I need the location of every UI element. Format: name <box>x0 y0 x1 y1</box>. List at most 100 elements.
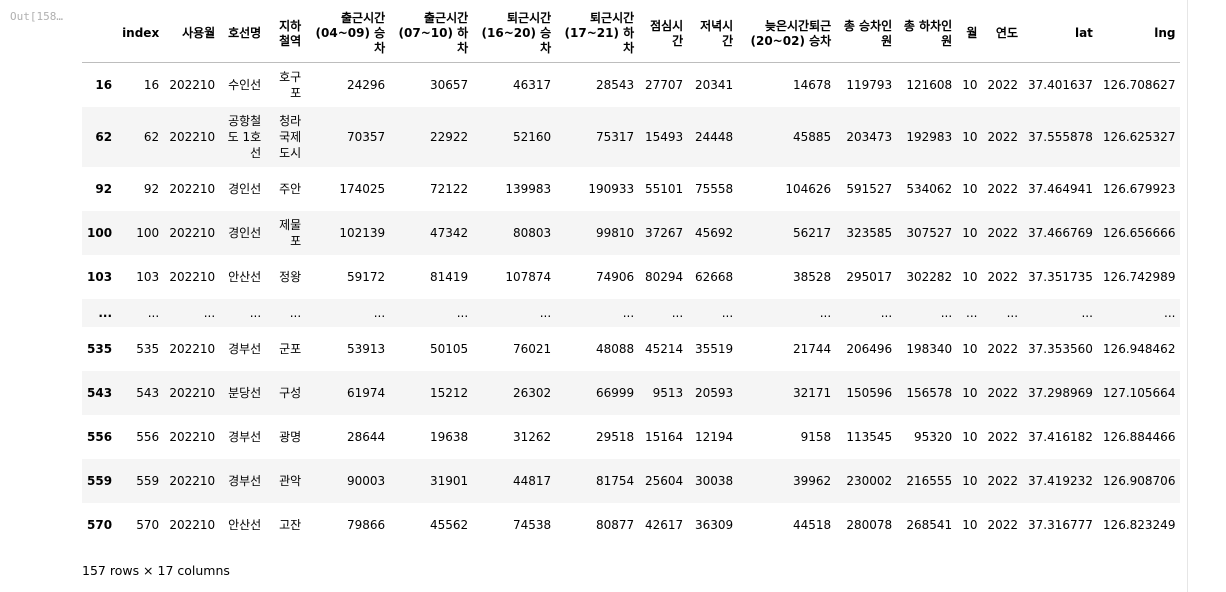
header-row: index 사용월 호선명 지하철역 출근시간(04~09) 승차 출근시간(0… <box>82 5 1181 63</box>
table-cell: 126.742989 <box>1102 269 1176 284</box>
table-cell: 50105 <box>430 341 469 356</box>
table-cell: 62668 <box>695 269 734 284</box>
table-cell: 26302 <box>513 385 552 400</box>
table-cell: 38528 <box>793 269 832 284</box>
table-cell: 45885 <box>793 129 832 144</box>
table-cell: 202210 <box>169 429 216 444</box>
table-cell: 광명 <box>279 429 302 444</box>
table-cell: 45562 <box>430 517 469 532</box>
table-cell: 28543 <box>596 77 635 92</box>
table-cell: 37.466769 <box>1028 225 1093 240</box>
table-cell: ... <box>721 305 734 320</box>
table-cell: 126.823249 <box>1102 517 1176 532</box>
table-cell: ... <box>373 305 386 320</box>
table-body: 16 16 202210 수인선 호구포 24296 30657 46317 28543 2770… <box>82 62 1181 547</box>
table-cell: 543 <box>136 385 160 400</box>
table-cell: 307527 <box>906 225 953 240</box>
table-cell: 70357 <box>347 129 386 144</box>
table-row: 556 556 202210 경부선 광명 28644 19638 31262 29518 151… <box>82 414 1181 459</box>
table-cell: 안산선 <box>228 517 262 532</box>
column-header: 점심시간 <box>639 5 689 63</box>
table-cell: 534062 <box>906 181 953 196</box>
table-cell: 90003 <box>347 473 386 488</box>
table-cell: 74538 <box>513 517 552 532</box>
table-cell: 15493 <box>645 129 684 144</box>
table-cell: 80877 <box>596 517 635 532</box>
table-row: 62 62 202210 공항철도 1호선 청라국제도시 70357 22922 52160 7… <box>82 106 1181 167</box>
table-cell: 47342 <box>430 225 469 240</box>
table-cell: 32171 <box>793 385 832 400</box>
column-header: 총 승차인원 <box>836 5 898 63</box>
table-cell: 20341 <box>695 77 734 92</box>
table-cell: 280078 <box>846 517 893 532</box>
table-cell: 75558 <box>695 181 734 196</box>
table-cell: 10 <box>962 181 978 196</box>
table-cell: 53913 <box>347 341 386 356</box>
table-cell: 37.316777 <box>1028 517 1093 532</box>
table-cell: 206496 <box>846 341 893 356</box>
table-cell: 202210 <box>169 473 216 488</box>
table-cell: 48088 <box>596 341 635 356</box>
table-cell: 80803 <box>513 225 552 240</box>
table-cell: 호구포 <box>279 69 302 100</box>
table-cell: 192983 <box>906 129 953 144</box>
row-index: 62 <box>95 129 113 144</box>
row-index: 559 <box>87 473 113 488</box>
table-cell: 12194 <box>695 429 734 444</box>
table-cell: 190933 <box>588 181 635 196</box>
ellipsis-row: ........................................… <box>82 298 1181 327</box>
table-cell: 202210 <box>169 517 216 532</box>
table-cell: 103 <box>136 269 160 284</box>
table-cell: 230002 <box>846 473 893 488</box>
table-row: 559 559 202210 경부선 관악 90003 31901 44817 81754 256… <box>82 458 1181 503</box>
table-cell: 56217 <box>793 225 832 240</box>
table-cell: ... <box>456 305 469 320</box>
table-cell: 79866 <box>347 517 386 532</box>
table-cell: 14678 <box>793 77 832 92</box>
column-header: 출근시간(07~10) 하차 <box>390 5 474 63</box>
table-cell: 39962 <box>793 473 832 488</box>
table-cell: 24448 <box>695 129 734 144</box>
table-cell: 121608 <box>906 77 953 92</box>
table-cell: ... <box>819 305 832 320</box>
table-cell: 81419 <box>430 269 469 284</box>
table-cell: 31901 <box>430 473 469 488</box>
table-cell: ... <box>1164 305 1176 320</box>
table-header: index 사용월 호선명 지하철역 출근시간(04~09) 승차 출근시간(0… <box>82 5 1181 63</box>
table-cell: 295017 <box>846 269 893 284</box>
table-cell: 202210 <box>169 385 216 400</box>
table-cell: 군포 <box>279 341 302 356</box>
table-cell: ... <box>966 305 978 320</box>
table-cell: 31262 <box>513 429 552 444</box>
table-cell: ... <box>1006 305 1019 320</box>
table-cell: 2022 <box>987 225 1019 240</box>
table-cell: 경부선 <box>228 341 262 356</box>
output-area-border <box>1187 0 1188 592</box>
table-row: 16 16 202210 수인선 호구포 24296 30657 46317 28543 2770… <box>82 62 1181 107</box>
table-cell: 16 <box>143 77 160 92</box>
column-header: 월 <box>957 5 983 63</box>
table-cell: 556 <box>136 429 160 444</box>
table-row: 92 92 202210 경인선 주안 174025 72122 139983 190933 55… <box>82 166 1181 211</box>
table-cell: 535 <box>136 341 160 356</box>
table-cell: 44817 <box>513 473 552 488</box>
table-cell: 95320 <box>914 429 953 444</box>
table-cell: 104626 <box>785 181 832 196</box>
column-header: 저녁시간 <box>688 5 739 63</box>
table-cell: 126.679923 <box>1102 181 1176 196</box>
table-cell: ... <box>249 305 262 320</box>
table-cell: 202210 <box>169 129 216 144</box>
table-cell: 37.419232 <box>1028 473 1093 488</box>
table-cell: 126.708627 <box>1102 77 1176 92</box>
table-cell: 2022 <box>987 517 1019 532</box>
table-cell: ... <box>539 305 552 320</box>
table-cell: 45692 <box>695 225 734 240</box>
table-cell: 126.656666 <box>1102 225 1176 240</box>
table-cell: 37.353560 <box>1028 341 1093 356</box>
table-cell: 28644 <box>347 429 386 444</box>
row-index: ... <box>98 305 113 320</box>
table-cell: 22922 <box>430 129 469 144</box>
table-cell: 37.464941 <box>1028 181 1093 196</box>
table-cell: 323585 <box>846 225 893 240</box>
table-cell: ... <box>940 305 953 320</box>
